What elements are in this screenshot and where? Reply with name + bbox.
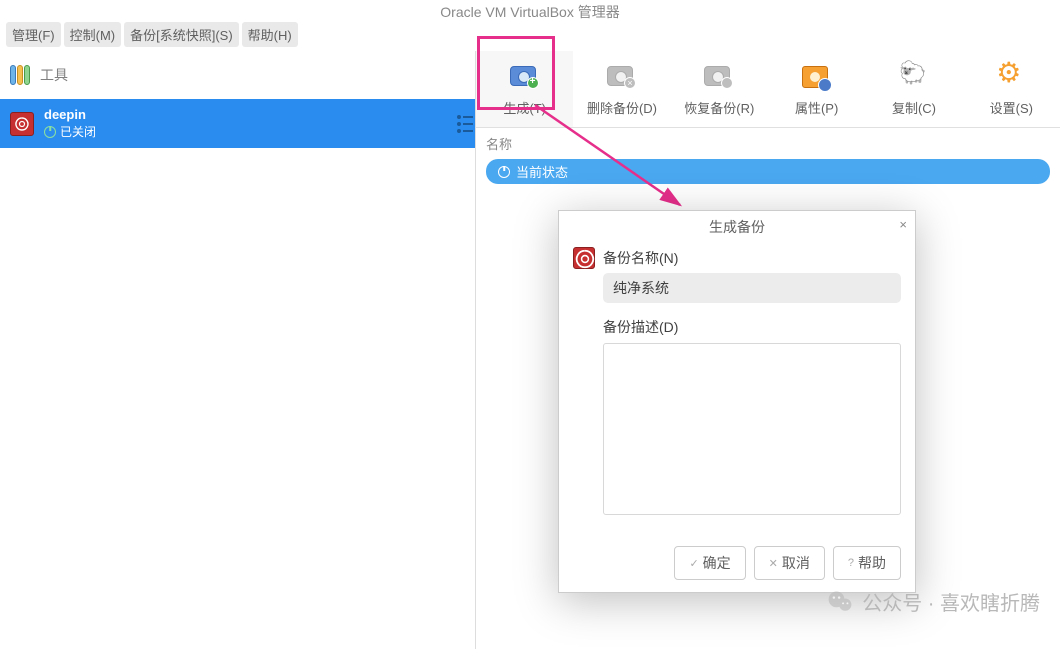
toolbar-delete-button[interactable]: × 删除备份(D) xyxy=(573,51,670,127)
snapshot-name-input[interactable] xyxy=(603,273,901,303)
properties-icon xyxy=(802,66,828,88)
left-panel: 工具 deepin 已关闭 xyxy=(0,51,476,649)
menu-backup[interactable]: 备份[系统快照](S) xyxy=(124,22,239,47)
toolbar-settings-button[interactable]: 设置(S) xyxy=(963,51,1060,127)
snapshot-header: 名称 xyxy=(476,127,1060,159)
vm-list-item[interactable]: deepin 已关闭 xyxy=(0,99,475,148)
vm-os-icon xyxy=(573,247,595,269)
clone-icon xyxy=(899,66,925,86)
camera-delete-icon: × xyxy=(607,66,633,86)
menu-help[interactable]: 帮助(H) xyxy=(242,22,298,47)
tools-label: 工具 xyxy=(40,65,68,85)
tools-icon xyxy=(10,65,30,85)
wechat-icon xyxy=(826,588,854,616)
toolbar-restore-button[interactable]: 恢复备份(R) xyxy=(671,51,768,127)
cancel-button[interactable]: ✕取消 xyxy=(754,546,825,580)
snapshot-name-label: 备份名称(N) xyxy=(603,248,678,268)
help-button[interactable]: ?帮助 xyxy=(833,546,901,580)
create-snapshot-dialog: 生成备份 × 备份名称(N) 备份描述(D) ✓确定 ✕取消 ?帮助 xyxy=(558,210,916,593)
tools-row[interactable]: 工具 xyxy=(0,51,475,99)
window-title: Oracle VM VirtualBox 管理器 xyxy=(0,0,1060,18)
menu-control[interactable]: 控制(M) xyxy=(64,22,122,47)
snapshot-current-state[interactable]: 当前状态 xyxy=(486,159,1050,184)
close-icon[interactable]: × xyxy=(899,217,907,232)
power-icon xyxy=(498,166,510,178)
snapshot-desc-label: 备份描述(D) xyxy=(603,317,901,337)
camera-restore-icon xyxy=(704,66,730,86)
camera-plus-icon xyxy=(510,66,536,86)
vm-menu-icon[interactable] xyxy=(457,115,461,133)
vm-os-icon xyxy=(10,112,34,136)
menu-bar: 管理(F) 控制(M) 备份[系统快照](S) 帮助(H) xyxy=(0,18,1060,51)
snapshot-desc-input[interactable] xyxy=(603,343,901,515)
toolbar-clone-button[interactable]: 复制(C) xyxy=(865,51,962,127)
dialog-title: 生成备份 × xyxy=(559,211,915,243)
gear-icon xyxy=(996,62,1022,88)
ok-button[interactable]: ✓确定 xyxy=(674,546,745,580)
toolbar-properties-button[interactable]: 属性(P) xyxy=(768,51,865,127)
toolbar: 生成(T) × 删除备份(D) 恢复备份(R) 属性(P) 复制(C) 设置(S… xyxy=(476,51,1060,127)
watermark: 公众号 · 喜欢瞎折腾 xyxy=(826,587,1040,616)
vm-status: 已关闭 xyxy=(44,123,96,140)
toolbar-create-button[interactable]: 生成(T) xyxy=(476,51,573,127)
power-icon xyxy=(44,126,56,138)
vm-name: deepin xyxy=(44,107,96,122)
menu-manage[interactable]: 管理(F) xyxy=(6,22,61,47)
